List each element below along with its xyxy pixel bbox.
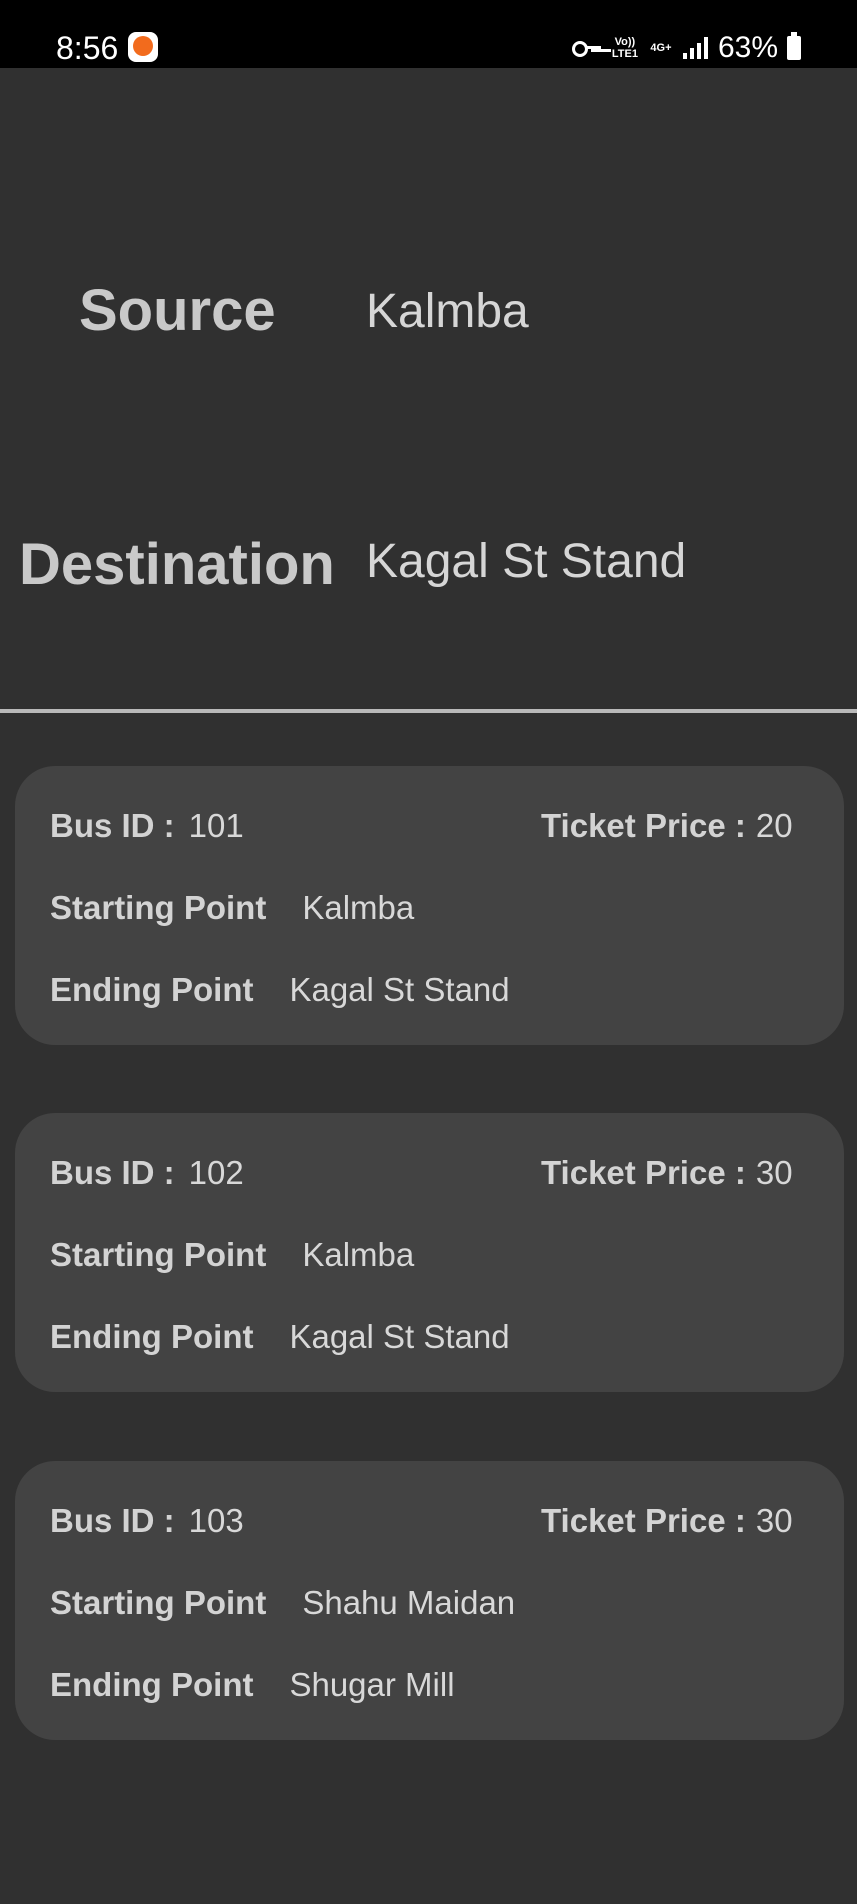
ticket-price-value: 30 — [755, 1154, 793, 1191]
app-notification-icon — [128, 32, 158, 62]
bus-id-row: Bus ID : 103 — [50, 1501, 244, 1541]
starting-point-label: Starting Point — [50, 1236, 267, 1273]
ticket-price-row: Ticket Price :30 — [541, 1153, 793, 1193]
bus-id-label: Bus ID : — [50, 1154, 175, 1191]
ticket-price-label: Ticket Price : — [541, 1154, 746, 1191]
ticket-price-value: 20 — [755, 807, 793, 844]
source-value: Kalmba — [366, 285, 529, 338]
bus-id-row: Bus ID : 102 — [50, 1153, 244, 1193]
ending-point-label: Ending Point — [50, 971, 254, 1008]
source-label: Source — [79, 278, 276, 343]
ticket-price-row: Ticket Price :20 — [541, 806, 793, 846]
ticket-price-label: Ticket Price : — [541, 1502, 746, 1539]
bus-id-value: 103 — [188, 1502, 244, 1539]
divider — [0, 709, 857, 713]
starting-point-label: Starting Point — [50, 1584, 267, 1621]
status-bar: 8:56 Vo)) LTE1 4G+ 63% — [0, 0, 857, 68]
ending-point-value: Kagal St Stand — [289, 971, 510, 1008]
bus-card[interactable]: Bus ID : 103 Ticket Price :30 Starting Poin… — [15, 1461, 844, 1740]
ending-point-row: Ending Point Kagal St Stand — [50, 970, 510, 1010]
starting-point-value: Kalmba — [302, 1236, 415, 1273]
ending-point-row: Ending Point Kagal St Stand — [50, 1317, 510, 1357]
starting-point-row: Starting Point Kalmba — [50, 1235, 414, 1275]
ending-point-value: Shugar Mill — [289, 1666, 455, 1703]
battery-percentage: 63% — [717, 31, 778, 64]
ticket-price-row: Ticket Price :30 — [541, 1501, 793, 1541]
status-time: 8:56 — [56, 30, 119, 66]
ending-point-label: Ending Point — [50, 1666, 254, 1703]
starting-point-row: Starting Point Kalmba — [50, 888, 414, 928]
starting-point-label: Starting Point — [50, 889, 267, 926]
bus-id-value: 101 — [188, 807, 244, 844]
bus-id-value: 102 — [188, 1154, 244, 1191]
destination-label: Destination — [19, 532, 335, 597]
starting-point-row: Starting Point Shahu Maidan — [50, 1583, 515, 1623]
network-type-icon: 4G+ — [650, 42, 672, 54]
bus-id-label: Bus ID : — [50, 1502, 175, 1539]
volte-icon: Vo)) LTE1 — [611, 36, 638, 60]
bus-card[interactable]: Bus ID : 102 Ticket Price :30 Starting Poin… — [15, 1113, 844, 1392]
battery-icon — [787, 32, 801, 60]
starting-point-value: Kalmba — [302, 889, 415, 926]
signal-strength-icon — [682, 37, 709, 59]
status-icons: Vo)) LTE1 4G+ 63% — [571, 28, 801, 68]
bus-card[interactable]: Bus ID : 101 Ticket Price :20 Starting Poin… — [15, 766, 844, 1045]
vpn-key-icon — [571, 40, 602, 57]
ending-point-row: Ending Point Shugar Mill — [50, 1665, 455, 1705]
ticket-price-value: 30 — [755, 1502, 793, 1539]
ticket-price-label: Ticket Price : — [541, 807, 746, 844]
destination-value: Kagal St Stand — [366, 535, 687, 588]
ending-point-value: Kagal St Stand — [289, 1318, 510, 1355]
ending-point-label: Ending Point — [50, 1318, 254, 1355]
starting-point-value: Shahu Maidan — [302, 1584, 516, 1621]
bus-id-label: Bus ID : — [50, 807, 175, 844]
bus-id-row: Bus ID : 101 — [50, 806, 244, 846]
